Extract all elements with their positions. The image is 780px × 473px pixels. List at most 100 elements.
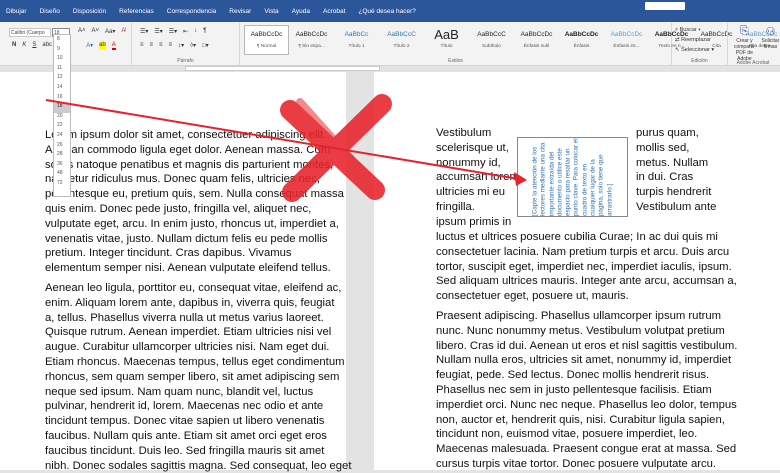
style-item[interactable]: AaB Título (424, 25, 469, 55)
right-wrap-left-text[interactable]: Vestibulum scelerisque ut, nonummy id, accu… (436, 126, 519, 230)
font-color-icon[interactable]: A (111, 42, 116, 50)
shading-icon[interactable]: ◊▾ (190, 42, 196, 49)
text-line: ultricies mi eu (436, 186, 506, 199)
styles-group-label: Estilos (448, 58, 463, 64)
text-line: nibh. Donec sodales sagittis magna. Sed … (45, 459, 352, 472)
text-line: Praesent adipiscing. Phasellus ullamcorp… (436, 309, 722, 322)
tab-3[interactable]: Referencias (119, 8, 154, 15)
font-size-option[interactable]: 9 (54, 46, 70, 56)
indent-icon[interactable]: ⇤ (183, 28, 188, 35)
tab-0[interactable]: Dibujar (6, 8, 27, 15)
font-size-option[interactable]: 24 (54, 132, 70, 142)
change-case-icon[interactable]: Aa▾ (105, 28, 115, 35)
tab-6[interactable]: Vista (264, 8, 278, 15)
center-icon[interactable]: ≡ (150, 42, 154, 49)
font-size-option[interactable]: 22 (54, 122, 70, 132)
font-name-select[interactable]: Calibri (Cuerpo (9, 28, 51, 37)
font-size-option[interactable]: 12 (54, 74, 70, 84)
right-page-text[interactable]: luctus et ultrices posuere cubilia Curae… (436, 230, 737, 472)
shrink-font-icon[interactable]: A˅ (92, 28, 100, 35)
bold-icon[interactable]: N (12, 42, 16, 50)
ruler[interactable] (185, 66, 380, 71)
right-wrap-right-text[interactable]: purus quam, mollis sed, metus. Nullam in du… (636, 126, 716, 215)
style-preview: AaBbCcC (387, 31, 416, 38)
font-size-option[interactable]: 26 (54, 142, 70, 152)
clear-format-icon[interactable]: A̸ (121, 28, 125, 35)
pilcrow-icon[interactable]: ¶ (203, 28, 206, 35)
text-line: nonummy id, (436, 156, 501, 169)
account-button[interactable] (645, 2, 685, 10)
style-preview: AaBbCcDc (610, 31, 643, 38)
style-item[interactable]: AaBbCcC Título 2 (379, 25, 424, 55)
ribbon-tabs: Dibujar Diseño Disposición Referencias Corre… (0, 8, 416, 15)
font-size-option[interactable]: 20 (54, 113, 70, 123)
replace-button[interactable]: ⇄ Reemplazar (675, 35, 714, 45)
align-left-icon[interactable]: ≡ (140, 42, 144, 49)
font-size-option[interactable]: 11 (54, 65, 70, 75)
style-item[interactable]: AaBbCc Título 1 (334, 25, 379, 55)
underline-icon[interactable]: S (32, 42, 36, 50)
left-page-text[interactable]: Lorem ipsum dolor sit amet, consectetuer… (45, 128, 351, 473)
style-name: Subtítulo (482, 44, 501, 49)
select-button[interactable]: ↖ Seleccionar ▾ (675, 45, 714, 55)
tab-5[interactable]: Revisar (229, 8, 251, 15)
font-size-option[interactable]: 16 (54, 94, 70, 104)
create-pdf-button[interactable]: ⎘ Crear y compartir PDF de Adobe (730, 25, 759, 62)
borders-icon[interactable]: □▾ (202, 42, 209, 49)
request-signatures-button[interactable]: ⚇ Solicitar firmas (761, 25, 780, 62)
text-effects-icon[interactable]: A▾ (86, 42, 93, 50)
text-line: quis enim. Donec pede justo, fringilla v… (45, 202, 312, 215)
highlight-icon[interactable]: ab (99, 42, 106, 50)
tab-8[interactable]: Acrobat (323, 8, 345, 15)
line-spacing-icon[interactable]: ↕▾ (178, 42, 184, 49)
multilevel-icon[interactable]: ☰▾ (169, 28, 177, 35)
italic-icon[interactable]: K (22, 42, 26, 50)
font-size-option[interactable]: 8 (54, 36, 70, 46)
text-line: metus. Nullam (636, 156, 709, 169)
font-size-option[interactable]: 18 (54, 103, 70, 113)
font-size-option[interactable]: 36 (54, 161, 70, 171)
font-size-option[interactable]: 14 (54, 84, 70, 94)
text-line: Quisque rutrum. Aenean imperdiet. Etiam … (45, 326, 332, 339)
grow-font-icon[interactable]: A˄ (78, 28, 86, 35)
find-button[interactable]: ⌕ Buscar ▾ (675, 25, 714, 35)
bullets-icon[interactable]: ☰▾ (140, 28, 148, 35)
style-item[interactable]: AaBbCcDc ¶ Sin espa... (289, 25, 334, 55)
font-size-option[interactable]: 28 (54, 151, 70, 161)
font-size-option[interactable]: 72 (54, 180, 70, 190)
style-name: ¶ Sin espa... (298, 44, 325, 49)
tab-4[interactable]: Correspondencia (167, 8, 217, 15)
font-size-option[interactable]: 48 (54, 170, 70, 180)
style-item[interactable]: AaBbCcDc Énfasis (559, 25, 604, 55)
editing-tools: ⌕ Buscar ▾ ⇄ Reemplazar ↖ Seleccionar ▾ (675, 25, 714, 55)
font-size-option[interactable]: 10 (54, 55, 70, 65)
strikethrough-icon[interactable]: abc (42, 42, 52, 50)
font-size-tools: A˄ A˅ Aa▾ A̸ (78, 28, 125, 35)
style-item[interactable]: AaBbCcDc Énfasis int... (604, 25, 649, 55)
text-box[interactable]: [Capte la atención de los lectores media… (517, 137, 628, 217)
style-preview: AaB (434, 27, 459, 42)
style-preview: AaBbCcDc (250, 31, 283, 38)
style-item[interactable]: AaBbCcC Subtítulo (469, 25, 514, 55)
text-line: luctus et ultrices posuere cubilia Curae… (436, 231, 718, 243)
align-right-icon[interactable]: ≡ (159, 42, 163, 49)
text-line: faucibus. Nullam quis ante. Etiam sit am… (45, 429, 327, 442)
adobe-group-label: Adobe Acrobat (736, 60, 770, 66)
text-line: in dui. Cras (636, 171, 694, 184)
tab-2[interactable]: Disposición (73, 8, 106, 15)
text-line: consectetuer eget, posuere ut, mauris. (436, 290, 629, 303)
text-line: imperdiet orci. Nunc nec neque. Phasellu… (436, 398, 737, 411)
style-preview: AaBbCcDc (564, 31, 599, 38)
tab-1[interactable]: Diseño (40, 8, 60, 15)
text-line: libero. Cras id dui. Aenean ut eros et n… (436, 339, 738, 352)
style-item[interactable]: AaBbCcDc ¶ Normal (244, 25, 289, 55)
style-item[interactable]: AaBbCcDc Énfasis sutil (514, 25, 559, 55)
tell-me-search[interactable]: ¿Qué desea hacer? (358, 8, 415, 15)
text-box-content[interactable]: [Capte la atención de los lectores media… (531, 138, 614, 216)
sort-icon[interactable]: ↕ (194, 28, 197, 35)
create-pdf-label: Crear y compartir PDF de Adobe (733, 38, 755, 62)
numbering-icon[interactable]: ☰▾ (154, 28, 162, 35)
tab-7[interactable]: Ayuda (292, 8, 310, 15)
justify-icon[interactable]: ≡ (169, 42, 173, 49)
font-size-dropdown[interactable]: 8 9 10 11 12 14 16 18 20 22 24 26 28 36 48 72 (53, 34, 71, 197)
